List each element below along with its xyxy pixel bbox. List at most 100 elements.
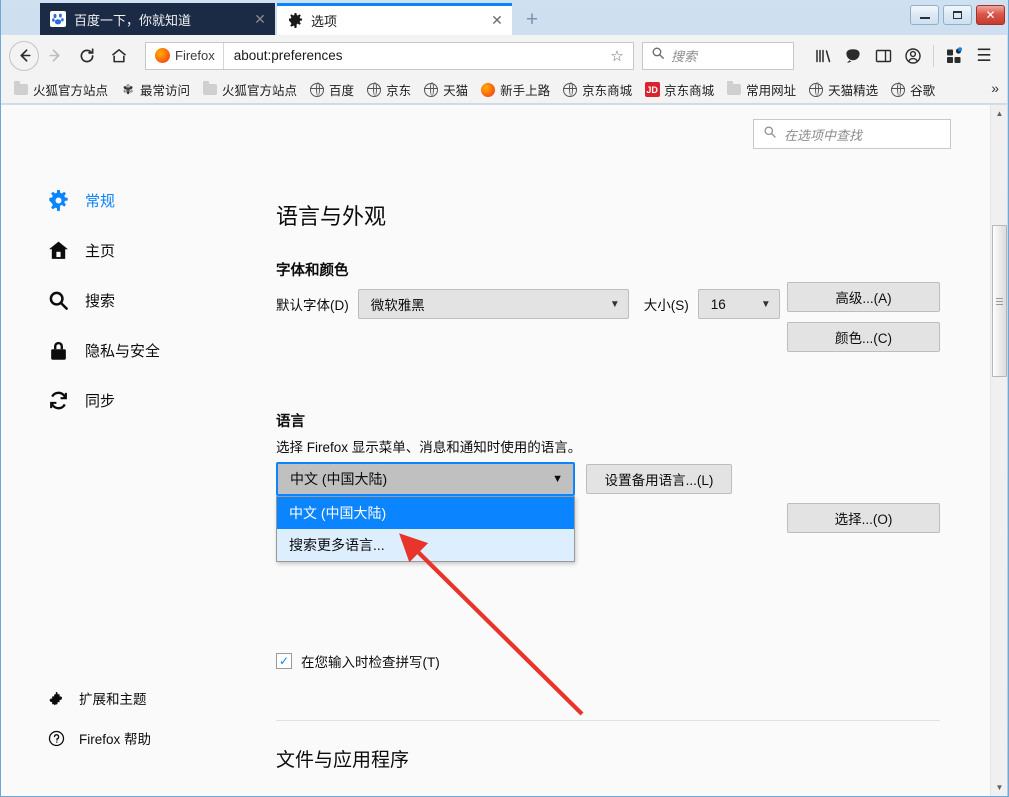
font-size-label: 大小(S)	[644, 294, 689, 314]
bookmark-item[interactable]: 京东商城	[556, 78, 638, 101]
toolbar-search-box[interactable]: 搜索	[642, 42, 794, 70]
tab-options[interactable]: 选项 ✕	[277, 3, 512, 35]
bookmark-label: 最常访问	[140, 80, 190, 99]
fonts-heading: 字体和颜色	[276, 259, 349, 280]
tab-baidu[interactable]: 百度一下，你就知道 ✕	[40, 3, 275, 35]
sidebar-item-privacy[interactable]: 隐私与安全	[47, 335, 160, 365]
toolbar-separator	[933, 45, 934, 67]
bookmark-item[interactable]: 百度	[303, 78, 360, 101]
scrollbar-grip-icon	[996, 296, 1003, 307]
language-option-search-more[interactable]: 搜索更多语言...	[277, 529, 574, 561]
gear-icon	[287, 13, 303, 29]
default-font-select[interactable]: 微软雅黑 ▼	[358, 289, 629, 319]
colors-button[interactable]: 颜色...(C)	[787, 322, 940, 352]
globe-icon	[808, 82, 824, 98]
tab-strip: 百度一下，你就知道 ✕ 选项 ✕ + ✕	[0, 0, 1009, 35]
folder-icon	[202, 82, 218, 98]
address-bar[interactable]: Firefox about:preferences ☆	[145, 42, 634, 70]
sidebar-item-label: 常规	[85, 190, 115, 211]
advanced-button[interactable]: 高级...(A)	[787, 282, 940, 312]
account-icon[interactable]	[898, 41, 928, 71]
menu-icon[interactable]: ☰	[969, 41, 999, 71]
sidebar-item-help[interactable]: Firefox 帮助	[47, 728, 151, 748]
maximize-button[interactable]	[943, 5, 972, 25]
browser-window: 百度一下，你就知道 ✕ 选项 ✕ + ✕	[0, 0, 1009, 797]
home-icon	[47, 239, 69, 261]
sync-icon	[47, 389, 69, 411]
forward-icon[interactable]	[39, 40, 71, 72]
alternate-language-button[interactable]: 设置备用语言...(L)	[586, 464, 732, 494]
scrollbar-thumb[interactable]	[992, 225, 1007, 377]
bookmark-item[interactable]: 火狐官方站点	[7, 78, 114, 101]
preferences-main-pane: 语言与外观 字体和颜色 默认字体(D) 微软雅黑 ▼ 大小(S) 16 ▼ 高级…	[259, 105, 1007, 796]
spellcheck-checkbox[interactable]: ✓	[276, 653, 292, 669]
back-icon[interactable]	[9, 41, 39, 71]
bookmark-item[interactable]: 天猫精选	[802, 78, 884, 101]
font-size-value: 16	[711, 297, 726, 312]
sidebar-item-home[interactable]: 主页	[47, 235, 115, 265]
language-heading: 语言	[276, 410, 305, 431]
chevron-down-icon: ▼	[761, 299, 771, 310]
scroll-down-icon[interactable]: ▼	[991, 779, 1007, 796]
language-combobox[interactable]: 中文 (中国大陆) ▼	[276, 462, 575, 496]
bookmark-star-icon[interactable]: ☆	[605, 44, 629, 68]
identity-chip: Firefox	[146, 43, 224, 69]
bookmark-label: 天猫	[443, 80, 468, 99]
jd-icon: JD	[644, 82, 660, 98]
default-font-value: 微软雅黑	[371, 294, 425, 314]
sidebar-item-sync[interactable]: 同步	[47, 385, 115, 415]
default-font-label: 默认字体(D)	[276, 294, 349, 314]
spellcheck-label: 在您输入时检查拼写(T)	[301, 651, 440, 671]
font-size-select[interactable]: 16 ▼	[698, 289, 780, 319]
spellcheck-row[interactable]: ✓ 在您输入时检查拼写(T)	[276, 651, 440, 671]
lock-icon	[47, 339, 69, 361]
bookmark-item[interactable]: 常用网址	[720, 78, 802, 101]
bookmarks-overflow-icon[interactable]: »	[991, 80, 999, 96]
pocket-icon[interactable]	[838, 41, 868, 71]
puzzle-icon	[47, 689, 65, 707]
tab-label: 选项	[311, 11, 488, 30]
globe-icon	[423, 82, 439, 98]
sidebar-item-search[interactable]: 搜索	[47, 285, 115, 315]
bookmark-item[interactable]: 新手上路	[474, 78, 556, 101]
sidebar-item-label: 扩展和主题	[79, 688, 147, 708]
baidu-icon	[50, 11, 66, 27]
bookmark-item[interactable]: 谷歌	[884, 78, 941, 101]
navigation-toolbar: Firefox about:preferences ☆ 搜索	[1, 35, 1007, 76]
home-icon[interactable]	[103, 40, 135, 72]
bookmark-item[interactable]: JD 京东商城	[638, 78, 720, 101]
new-tab-button[interactable]: +	[517, 6, 547, 34]
bookmark-label: 京东商城	[582, 80, 632, 99]
bookmark-item[interactable]: 火狐官方站点	[196, 78, 303, 101]
help-icon	[47, 729, 65, 747]
choose-language-button[interactable]: 选择...(O)	[787, 503, 940, 533]
extensions-icon[interactable]	[939, 41, 969, 71]
bookmark-item[interactable]: 天猫	[417, 78, 474, 101]
bookmark-label: 火狐官方站点	[222, 80, 297, 99]
preferences-sidebar: 常规 主页 搜索	[1, 105, 259, 796]
library-icon[interactable]	[808, 41, 838, 71]
sidebar-item-label: 隐私与安全	[85, 340, 160, 361]
close-icon[interactable]: ✕	[488, 12, 506, 30]
close-icon[interactable]: ✕	[251, 10, 269, 28]
sidebar-item-general[interactable]: 常规	[47, 185, 115, 215]
language-option-zh-cn[interactable]: 中文 (中国大陆)	[277, 497, 574, 529]
bookmarks-toolbar: 火狐官方站点 ✾ 最常访问 火狐官方站点 百度 京东 天猫 新手上路 京东商城	[1, 76, 1007, 104]
bookmark-label: 天猫精选	[828, 80, 878, 99]
content-scrollbar[interactable]: ▲ ▼	[990, 105, 1007, 796]
url-input[interactable]: about:preferences	[224, 48, 605, 63]
window-controls: ✕	[910, 5, 1005, 25]
globe-icon	[309, 82, 325, 98]
globe-icon	[562, 82, 578, 98]
sidebar-item-label: 搜索	[85, 290, 115, 311]
sidebar-item-extensions[interactable]: 扩展和主题	[47, 688, 147, 708]
scroll-up-icon[interactable]: ▲	[991, 105, 1007, 122]
minimize-button[interactable]	[910, 5, 939, 25]
bookmark-item[interactable]: ✾ 最常访问	[114, 78, 196, 101]
bookmark-item[interactable]: 京东	[360, 78, 417, 101]
close-button[interactable]: ✕	[976, 5, 1005, 25]
reload-icon[interactable]	[71, 40, 103, 72]
gear-icon	[47, 189, 69, 211]
sidebar-icon[interactable]	[868, 41, 898, 71]
bookmark-label: 京东	[386, 80, 411, 99]
